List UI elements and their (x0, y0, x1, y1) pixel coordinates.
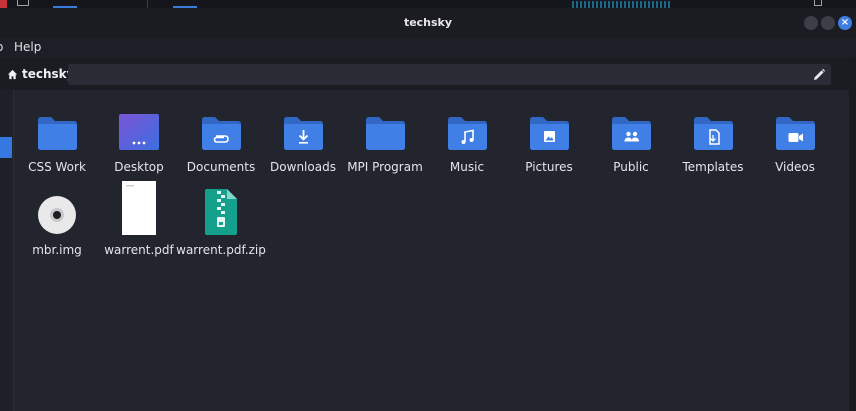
file-label: CSS Work (28, 160, 86, 174)
breadcrumb-label: techsky (22, 67, 75, 81)
system-panel (0, 0, 856, 8)
file-label: mbr.img (32, 243, 82, 257)
file-view: CSS Work Desktop Documents Downloads MPI… (15, 90, 856, 411)
file-label: Pictures (525, 160, 573, 174)
documents-folder-icon (202, 117, 241, 150)
panel-system-monitor (572, 1, 672, 8)
window-titlebar[interactable]: techsky × (0, 8, 856, 38)
panel-separator (147, 0, 148, 8)
file-item-music[interactable]: Music (426, 106, 508, 174)
folder-icon (38, 117, 77, 150)
pictures-folder-icon (530, 117, 569, 150)
window-title: techsky (403, 16, 453, 29)
file-label: MPI Program (347, 160, 423, 174)
file-label: Videos (775, 160, 815, 174)
sidebar (0, 90, 14, 411)
file-item-templates[interactable]: Templates (672, 106, 754, 174)
maximize-button[interactable] (821, 16, 835, 30)
file-label: warrent.pdf.zip (176, 243, 266, 257)
public-folder-icon (612, 117, 651, 150)
music-folder-icon (448, 117, 487, 150)
panel-workspace-icon[interactable] (17, 0, 29, 6)
disc-image-icon (38, 196, 76, 234)
path-bar[interactable] (68, 64, 831, 85)
minimize-button[interactable] (804, 16, 818, 30)
menu-go[interactable]: o (0, 40, 3, 54)
file-label: warrent.pdf (104, 243, 174, 257)
home-icon (7, 69, 18, 79)
file-item-mpi-program[interactable]: MPI Program (344, 106, 426, 174)
file-item-desktop[interactable]: Desktop (98, 106, 180, 174)
sidebar-selected-item[interactable] (0, 137, 12, 158)
menu-bar: o Help (0, 38, 856, 58)
close-button[interactable]: × (838, 16, 852, 30)
file-label: Desktop (114, 160, 164, 174)
file-label: Public (613, 160, 649, 174)
file-label: Templates (682, 160, 744, 174)
panel-tray-icon[interactable] (814, 0, 822, 6)
file-item-documents[interactable]: Documents (180, 106, 262, 174)
location-bar: techsky (0, 58, 856, 90)
file-item-videos[interactable]: Videos (754, 106, 836, 174)
file-item-downloads[interactable]: Downloads (262, 106, 344, 174)
downloads-folder-icon (284, 117, 323, 150)
videos-folder-icon (776, 117, 815, 150)
panel-app-menu-button[interactable] (0, 0, 7, 8)
file-label: Documents (186, 160, 256, 174)
menu-help[interactable]: Help (14, 40, 41, 54)
file-item-css-work[interactable]: CSS Work (16, 106, 98, 174)
file-item-warrent-pdf-zip[interactable]: warrent.pdf.zip (176, 181, 266, 257)
desktop-folder-icon (119, 114, 159, 150)
folder-icon (366, 117, 405, 150)
templates-folder-icon (694, 117, 733, 150)
file-label: Music (449, 160, 485, 174)
zip-archive-icon (205, 189, 237, 235)
file-label: Downloads (270, 160, 336, 174)
file-item-mbr-img[interactable]: mbr.img (16, 181, 98, 257)
pencil-icon[interactable] (812, 68, 826, 82)
pdf-file-icon (122, 181, 156, 235)
file-item-public[interactable]: Public (590, 106, 672, 174)
file-item-warrent-pdf[interactable]: warrent.pdf (98, 181, 180, 257)
file-item-pictures[interactable]: Pictures (508, 106, 590, 174)
